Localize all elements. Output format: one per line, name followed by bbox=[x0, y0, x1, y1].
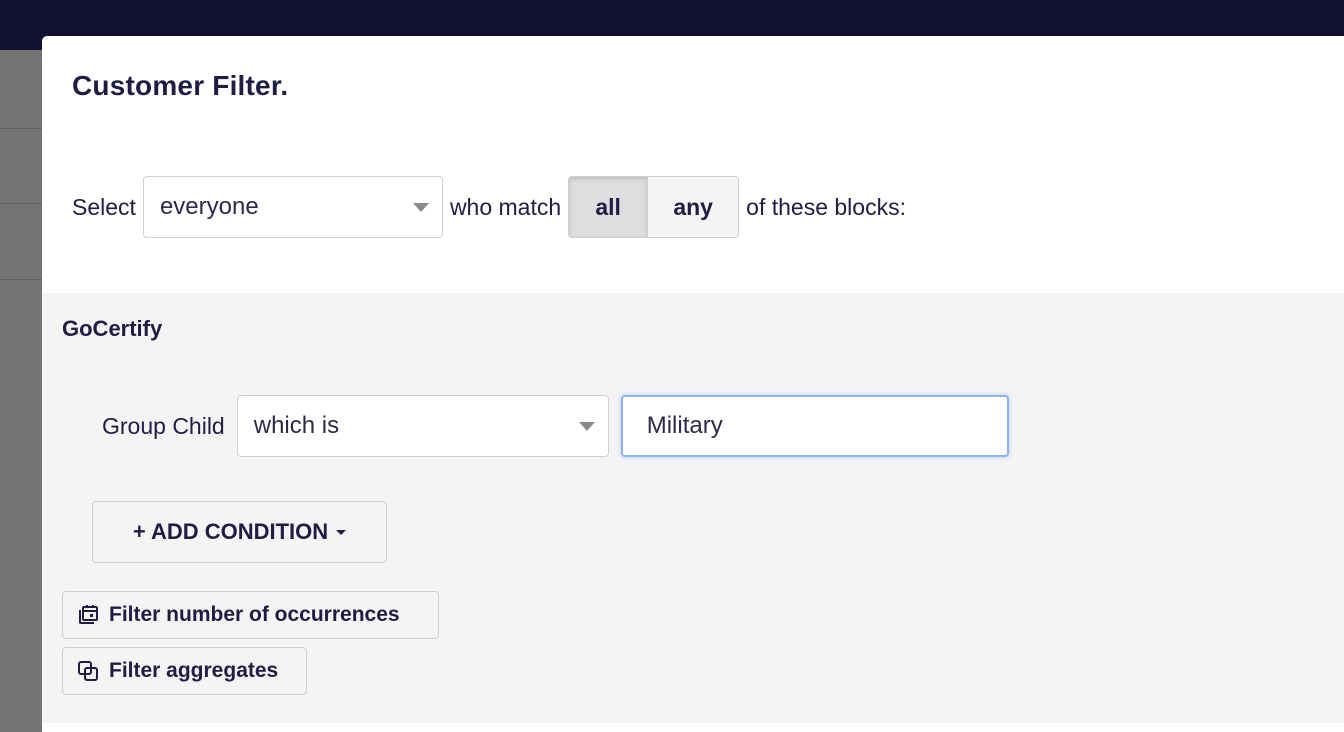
audience-dropdown-value: everyone bbox=[159, 193, 259, 220]
add-condition-button[interactable]: + ADD CONDITION bbox=[92, 501, 387, 563]
filter-block: GoCertify Group Child which is + ADD CON… bbox=[42, 293, 1344, 723]
background-divider bbox=[0, 203, 42, 204]
block-title: GoCertify bbox=[62, 316, 163, 341]
audience-selector-row: Select everyone who match all any of the… bbox=[72, 176, 906, 238]
select-prefix-label: Select bbox=[72, 193, 136, 220]
calendar-stack-icon bbox=[77, 604, 99, 626]
blocks-suffix-label: of these blocks: bbox=[746, 193, 906, 220]
filter-occurrences-label: Filter number of occurrences bbox=[109, 603, 400, 626]
condition-value-input[interactable] bbox=[620, 395, 1009, 457]
background-divider bbox=[0, 128, 42, 129]
background-divider bbox=[0, 279, 42, 280]
condition-operator-value: which is bbox=[253, 412, 340, 439]
match-label: who match bbox=[449, 193, 562, 220]
filter-aggregates-button[interactable]: Filter aggregates bbox=[62, 647, 307, 695]
chevron-down-icon bbox=[578, 422, 595, 431]
match-all-button[interactable]: all bbox=[569, 177, 649, 237]
caret-down-icon bbox=[336, 529, 347, 535]
chevron-down-icon bbox=[412, 203, 429, 212]
match-toggle: all any bbox=[568, 176, 740, 238]
condition-operator-dropdown[interactable]: which is bbox=[236, 395, 609, 457]
filter-aggregates-label: Filter aggregates bbox=[109, 659, 279, 682]
customer-filter-modal: Customer Filter. Select everyone who mat… bbox=[42, 36, 1344, 732]
condition-row: Group Child which is bbox=[102, 395, 1009, 457]
copy-squares-icon bbox=[77, 660, 99, 682]
condition-field-label: Group Child bbox=[102, 412, 225, 439]
filter-occurrences-button[interactable]: Filter number of occurrences bbox=[62, 591, 439, 639]
match-any-button[interactable]: any bbox=[648, 177, 739, 237]
audience-dropdown[interactable]: everyone bbox=[142, 176, 443, 238]
add-condition-label: + ADD CONDITION bbox=[132, 519, 329, 544]
modal-title: Customer Filter. bbox=[72, 70, 289, 101]
